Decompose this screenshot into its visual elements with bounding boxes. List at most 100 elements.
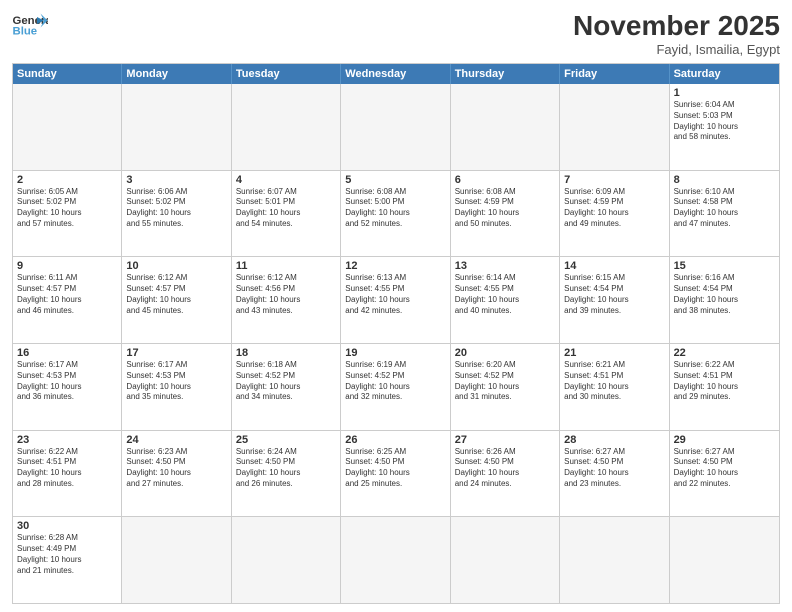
day-number: 17 [126,347,226,359]
day-number: 8 [674,174,775,186]
calendar-cell-r3-c5: 21Sunrise: 6:21 AM Sunset: 4:51 PM Dayli… [560,344,669,430]
calendar-cell-r2-c6: 15Sunrise: 6:16 AM Sunset: 4:54 PM Dayli… [670,257,779,343]
month-title: November 2025 [573,10,780,42]
calendar-cell-r4-c0: 23Sunrise: 6:22 AM Sunset: 4:51 PM Dayli… [13,431,122,517]
day-info: Sunrise: 6:13 AM Sunset: 4:55 PM Dayligh… [345,273,445,316]
calendar-cell-r3-c6: 22Sunrise: 6:22 AM Sunset: 4:51 PM Dayli… [670,344,779,430]
day-info: Sunrise: 6:11 AM Sunset: 4:57 PM Dayligh… [17,273,117,316]
day-info: Sunrise: 6:08 AM Sunset: 4:59 PM Dayligh… [455,187,555,230]
calendar-cell-r0-c4 [451,84,560,170]
calendar-cell-r1-c6: 8Sunrise: 6:10 AM Sunset: 4:58 PM Daylig… [670,171,779,257]
day-number: 24 [126,434,226,446]
day-number: 18 [236,347,336,359]
day-info: Sunrise: 6:27 AM Sunset: 4:50 PM Dayligh… [564,447,664,490]
calendar-cell-r2-c1: 10Sunrise: 6:12 AM Sunset: 4:57 PM Dayli… [122,257,231,343]
day-number: 3 [126,174,226,186]
day-number: 27 [455,434,555,446]
day-info: Sunrise: 6:27 AM Sunset: 4:50 PM Dayligh… [674,447,775,490]
weekday-header-tuesday: Tuesday [232,64,341,84]
calendar-cell-r1-c4: 6Sunrise: 6:08 AM Sunset: 4:59 PM Daylig… [451,171,560,257]
page: General Blue November 2025 Fayid, Ismail… [0,0,792,612]
calendar-cell-r5-c0: 30Sunrise: 6:28 AM Sunset: 4:49 PM Dayli… [13,517,122,603]
weekday-header-sunday: Sunday [13,64,122,84]
day-number: 10 [126,260,226,272]
day-number: 2 [17,174,117,186]
day-info: Sunrise: 6:17 AM Sunset: 4:53 PM Dayligh… [17,360,117,403]
day-info: Sunrise: 6:12 AM Sunset: 4:56 PM Dayligh… [236,273,336,316]
calendar: SundayMondayTuesdayWednesdayThursdayFrid… [12,63,780,604]
day-info: Sunrise: 6:10 AM Sunset: 4:58 PM Dayligh… [674,187,775,230]
calendar-cell-r2-c2: 11Sunrise: 6:12 AM Sunset: 4:56 PM Dayli… [232,257,341,343]
day-info: Sunrise: 6:17 AM Sunset: 4:53 PM Dayligh… [126,360,226,403]
day-number: 6 [455,174,555,186]
title-block: November 2025 Fayid, Ismailia, Egypt [573,10,780,57]
calendar-cell-r5-c5 [560,517,669,603]
day-info: Sunrise: 6:08 AM Sunset: 5:00 PM Dayligh… [345,187,445,230]
day-number: 28 [564,434,664,446]
weekday-header-wednesday: Wednesday [341,64,450,84]
day-number: 22 [674,347,775,359]
calendar-cell-r5-c3 [341,517,450,603]
day-number: 11 [236,260,336,272]
calendar-cell-r0-c5 [560,84,669,170]
calendar-cell-r3-c3: 19Sunrise: 6:19 AM Sunset: 4:52 PM Dayli… [341,344,450,430]
svg-text:Blue: Blue [13,26,38,38]
day-info: Sunrise: 6:15 AM Sunset: 4:54 PM Dayligh… [564,273,664,316]
day-info: Sunrise: 6:23 AM Sunset: 4:50 PM Dayligh… [126,447,226,490]
calendar-cell-r4-c5: 28Sunrise: 6:27 AM Sunset: 4:50 PM Dayli… [560,431,669,517]
day-number: 25 [236,434,336,446]
day-info: Sunrise: 6:07 AM Sunset: 5:01 PM Dayligh… [236,187,336,230]
calendar-cell-r1-c1: 3Sunrise: 6:06 AM Sunset: 5:02 PM Daylig… [122,171,231,257]
day-info: Sunrise: 6:28 AM Sunset: 4:49 PM Dayligh… [17,533,117,576]
calendar-cell-r0-c2 [232,84,341,170]
calendar-cell-r5-c2 [232,517,341,603]
weekday-header-friday: Friday [560,64,669,84]
day-info: Sunrise: 6:22 AM Sunset: 4:51 PM Dayligh… [674,360,775,403]
day-info: Sunrise: 6:25 AM Sunset: 4:50 PM Dayligh… [345,447,445,490]
calendar-cell-r1-c0: 2Sunrise: 6:05 AM Sunset: 5:02 PM Daylig… [13,171,122,257]
day-number: 30 [17,520,117,532]
day-number: 4 [236,174,336,186]
calendar-cell-r2-c0: 9Sunrise: 6:11 AM Sunset: 4:57 PM Daylig… [13,257,122,343]
day-number: 23 [17,434,117,446]
day-number: 12 [345,260,445,272]
day-info: Sunrise: 6:19 AM Sunset: 4:52 PM Dayligh… [345,360,445,403]
day-info: Sunrise: 6:24 AM Sunset: 4:50 PM Dayligh… [236,447,336,490]
calendar-cell-r1-c5: 7Sunrise: 6:09 AM Sunset: 4:59 PM Daylig… [560,171,669,257]
day-info: Sunrise: 6:05 AM Sunset: 5:02 PM Dayligh… [17,187,117,230]
calendar-cell-r4-c3: 26Sunrise: 6:25 AM Sunset: 4:50 PM Dayli… [341,431,450,517]
calendar-cell-r0-c3 [341,84,450,170]
calendar-body: 1Sunrise: 6:04 AM Sunset: 5:03 PM Daylig… [13,84,779,603]
calendar-header: SundayMondayTuesdayWednesdayThursdayFrid… [13,64,779,84]
calendar-cell-r5-c4 [451,517,560,603]
day-number: 15 [674,260,775,272]
calendar-cell-r4-c6: 29Sunrise: 6:27 AM Sunset: 4:50 PM Dayli… [670,431,779,517]
calendar-row-2: 9Sunrise: 6:11 AM Sunset: 4:57 PM Daylig… [13,256,779,343]
weekday-header-monday: Monday [122,64,231,84]
day-info: Sunrise: 6:18 AM Sunset: 4:52 PM Dayligh… [236,360,336,403]
day-info: Sunrise: 6:21 AM Sunset: 4:51 PM Dayligh… [564,360,664,403]
calendar-cell-r0-c1 [122,84,231,170]
weekday-header-saturday: Saturday [670,64,779,84]
day-number: 13 [455,260,555,272]
weekday-header-thursday: Thursday [451,64,560,84]
calendar-cell-r3-c4: 20Sunrise: 6:20 AM Sunset: 4:52 PM Dayli… [451,344,560,430]
day-number: 16 [17,347,117,359]
day-number: 7 [564,174,664,186]
logo: General Blue [12,10,48,38]
calendar-row-3: 16Sunrise: 6:17 AM Sunset: 4:53 PM Dayli… [13,343,779,430]
calendar-cell-r2-c5: 14Sunrise: 6:15 AM Sunset: 4:54 PM Dayli… [560,257,669,343]
day-number: 19 [345,347,445,359]
day-info: Sunrise: 6:20 AM Sunset: 4:52 PM Dayligh… [455,360,555,403]
calendar-cell-r1-c3: 5Sunrise: 6:08 AM Sunset: 5:00 PM Daylig… [341,171,450,257]
logo-icon: General Blue [12,10,48,38]
calendar-row-0: 1Sunrise: 6:04 AM Sunset: 5:03 PM Daylig… [13,84,779,170]
day-info: Sunrise: 6:09 AM Sunset: 4:59 PM Dayligh… [564,187,664,230]
calendar-cell-r0-c6: 1Sunrise: 6:04 AM Sunset: 5:03 PM Daylig… [670,84,779,170]
day-info: Sunrise: 6:22 AM Sunset: 4:51 PM Dayligh… [17,447,117,490]
day-number: 9 [17,260,117,272]
day-number: 5 [345,174,445,186]
day-info: Sunrise: 6:14 AM Sunset: 4:55 PM Dayligh… [455,273,555,316]
calendar-cell-r2-c3: 12Sunrise: 6:13 AM Sunset: 4:55 PM Dayli… [341,257,450,343]
calendar-cell-r5-c1 [122,517,231,603]
